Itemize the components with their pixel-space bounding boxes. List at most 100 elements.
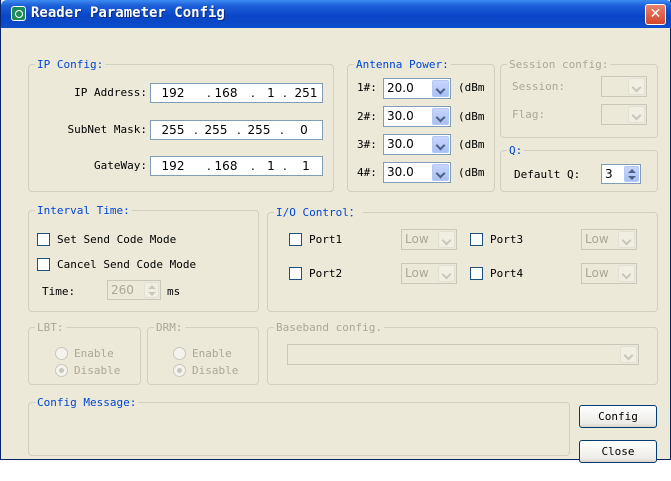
ip-dot: . (283, 159, 287, 173)
port1-label[interactable]: Port1 (309, 233, 342, 246)
gateway-octet-1[interactable]: 192 (156, 159, 190, 173)
spinner-arrows-icon[interactable] (624, 166, 639, 182)
antenna-2-label: 2#: (357, 110, 377, 123)
chevron-down-icon[interactable] (432, 164, 449, 181)
set-send-code-mode-label[interactable]: Set Send Code Mode (57, 233, 176, 246)
lbt-disable-radio[interactable] (55, 364, 68, 377)
port4-label[interactable]: Port4 (490, 267, 523, 280)
spinner-arrows-icon (144, 282, 159, 298)
ip-octet-4[interactable]: 251 (291, 86, 321, 100)
mask-octet-2[interactable]: 255 (199, 123, 233, 137)
gateway-octet-3[interactable]: 1 (259, 159, 283, 173)
interval-time-legend: Interval Time: (37, 204, 130, 217)
antenna-2-power-select[interactable]: 30.0 (383, 106, 451, 127)
port2-checkbox[interactable] (289, 267, 302, 280)
port4-checkbox[interactable] (470, 267, 483, 280)
time-spinner[interactable]: 260 (107, 280, 161, 300)
mask-octet-3[interactable]: 255 (242, 123, 276, 137)
antenna-power-legend: Antenna Power: (356, 58, 449, 71)
config-button[interactable]: Config (579, 405, 657, 428)
time-label: Time: (42, 285, 76, 298)
antenna-4-unit: (dBm (458, 166, 485, 179)
ip-octet-3[interactable]: 1 (259, 86, 283, 100)
session-select[interactable] (601, 76, 647, 97)
chevron-down-icon[interactable] (432, 136, 449, 153)
lbt-enable-radio[interactable] (55, 347, 68, 360)
antenna-3-unit: (dBm (458, 138, 485, 151)
ip-address-field[interactable]: 192 . 168 . 1 . 251 (150, 83, 323, 103)
time-unit: ms (167, 285, 181, 298)
chevron-down-icon (628, 106, 645, 123)
cancel-send-code-mode-checkbox[interactable] (37, 258, 50, 271)
close-window-button[interactable]: ✕ (645, 4, 666, 25)
subnet-mask-label: SubNet Mask: (67, 123, 147, 136)
subnet-mask-field[interactable]: 255 . 255 . 255 . 0 (150, 120, 323, 140)
title-bar[interactable]: Reader Parameter Config ✕ (1, 0, 671, 28)
io-control-legend: I/O Control： (276, 206, 360, 219)
port1-level-value: Low (405, 232, 429, 246)
antenna-1-power-select[interactable]: 20.0 (383, 78, 451, 99)
ip-octet-2[interactable]: 168 (211, 86, 241, 100)
antenna-3-label: 3#: (357, 138, 377, 151)
gateway-field[interactable]: 192 . 168 . 1 . 1 (150, 156, 323, 176)
ip-dot: . (280, 123, 284, 137)
flag-label: Flag: (512, 108, 546, 121)
antenna-2-unit: (dBm (458, 110, 485, 123)
ip-address-label: IP Address: (74, 86, 147, 99)
mask-octet-4[interactable]: 0 (289, 123, 319, 137)
chevron-down-icon[interactable] (432, 80, 449, 97)
chevron-down-icon (620, 346, 637, 363)
reader-parameter-config-window: Reader Parameter Config ✕ IP Config: IP … (0, 0, 671, 463)
default-q-spinner[interactable]: 3 (601, 164, 641, 184)
antenna-4-label: 4#: (357, 166, 377, 179)
baseband-select[interactable] (287, 344, 639, 365)
port1-level-select[interactable]: Low (401, 229, 457, 250)
drm-enable-label: Enable (192, 347, 232, 360)
port2-level-select[interactable]: Low (401, 263, 457, 284)
antenna-1-unit: (dBm (458, 81, 485, 94)
ip-octet-1[interactable]: 192 (156, 86, 190, 100)
antenna-3-power-value: 30.0 (387, 137, 414, 151)
session-config-group: Session config: (500, 58, 658, 138)
chevron-down-icon[interactable] (432, 108, 449, 125)
config-message-area (35, 412, 563, 452)
ip-dot: . (283, 86, 287, 100)
lbt-legend: LBT: (37, 321, 64, 334)
flag-select[interactable] (601, 104, 647, 125)
port1-checkbox[interactable] (289, 233, 302, 246)
port3-label[interactable]: Port3 (490, 233, 523, 246)
session-config-legend: Session config: (509, 58, 609, 71)
config-message-legend: Config Message: (37, 396, 137, 409)
io-control-group: I/O Control： (267, 204, 658, 312)
ip-config-legend: IP Config: (37, 58, 104, 71)
gateway-octet-2[interactable]: 168 (211, 159, 241, 173)
app-icon (11, 6, 26, 21)
time-value: 260 (111, 283, 134, 297)
gateway-octet-4[interactable]: 1 (291, 159, 321, 173)
port3-level-select[interactable]: Low (581, 229, 637, 250)
cancel-send-code-mode-label[interactable]: Cancel Send Code Mode (57, 258, 196, 271)
drm-enable-radio[interactable] (173, 347, 186, 360)
q-legend: Q: (509, 144, 523, 157)
antenna-3-power-select[interactable]: 30.0 (383, 134, 451, 155)
mask-octet-1[interactable]: 255 (156, 123, 190, 137)
antenna-4-power-select[interactable]: 30.0 (383, 162, 451, 183)
close-button[interactable]: Close (579, 440, 657, 463)
drm-legend: DRM: (156, 321, 183, 334)
port3-checkbox[interactable] (470, 233, 483, 246)
port4-level-select[interactable]: Low (581, 263, 637, 284)
antenna-4-power-value: 30.0 (387, 165, 414, 179)
port2-label[interactable]: Port2 (309, 267, 342, 280)
antenna-1-label: 1#: (357, 81, 377, 94)
chevron-down-icon (438, 265, 455, 282)
chevron-down-icon (618, 231, 635, 248)
ip-dot: . (237, 123, 241, 137)
antenna-2-power-value: 30.0 (387, 109, 414, 123)
ip-dot: . (251, 159, 255, 173)
set-send-code-mode-checkbox[interactable] (37, 233, 50, 246)
drm-disable-label: Disable (192, 364, 239, 377)
port4-level-value: Low (585, 266, 609, 280)
drm-disable-radio[interactable] (173, 364, 186, 377)
ip-dot: . (251, 86, 255, 100)
gateway-label: GateWay: (94, 159, 147, 172)
